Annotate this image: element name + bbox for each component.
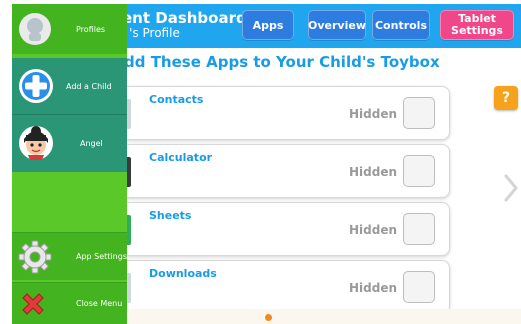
menu-label-angel: Angel [80,139,103,148]
menu-item-app-settings[interactable]: App Settings [12,232,127,280]
chevron-right-icon[interactable] [504,174,518,202]
menu-label-add-child: Add a Child [66,81,112,91]
app-visibility-toggle[interactable] [403,213,435,245]
close-x-icon [22,293,44,315]
menu-label-profiles: Profiles [76,24,106,34]
app-row-sheets: Sheets Hidden [112,202,450,256]
app-visibility-status: Hidden [349,107,398,121]
app-visibility-status: Hidden [349,165,398,179]
apps-button[interactable]: Apps [242,10,294,40]
app-frame: ent Dashboard l 's Profile Apps Overview… [12,4,521,324]
section-title: dd These Apps to Your Child's Toybox [124,53,440,71]
app-visibility-status: Hidden [349,281,398,295]
app-row-contacts: Contacts Hidden [112,86,450,140]
app-visibility-toggle[interactable] [403,155,435,187]
menu-item-child-angel[interactable]: Angel [12,114,127,172]
app-visibility-toggle[interactable] [403,97,435,129]
side-menu: Profiles Add a Child Angel App Settings … [12,4,127,324]
app-name: Sheets [149,209,192,222]
gear-icon [18,240,52,274]
pager-bar [112,309,521,324]
app-name: Downloads [149,267,217,280]
dashboard-title: ent Dashboard [122,9,247,27]
menu-label-close-menu: Close Menu [76,299,123,308]
app-name: Contacts [149,93,204,106]
help-button[interactable]: ? [494,86,518,110]
app-name: Calculator [149,151,213,164]
app-row-calculator: Calculator Hidden [112,144,450,198]
app-row-downloads: Downloads Hidden [112,260,450,314]
menu-item-add-child[interactable]: Add a Child [12,58,127,114]
menu-item-profiles[interactable]: Profiles [12,4,127,54]
menu-item-close-menu[interactable]: Close Menu [12,282,127,324]
tablet-settings-button[interactable]: Tablet Settings [440,10,514,40]
child-avatar-icon [19,126,53,160]
overview-button[interactable]: Overview [308,10,366,40]
plus-icon [19,69,53,103]
profile-subtitle: l 's Profile [122,26,180,40]
avatar-icon [19,13,51,45]
controls-button[interactable]: Controls [372,10,430,40]
app-visibility-toggle[interactable] [403,271,435,303]
page-indicator-dot[interactable] [265,314,272,321]
app-visibility-status: Hidden [349,223,398,237]
menu-label-app-settings: App Settings [76,252,127,261]
